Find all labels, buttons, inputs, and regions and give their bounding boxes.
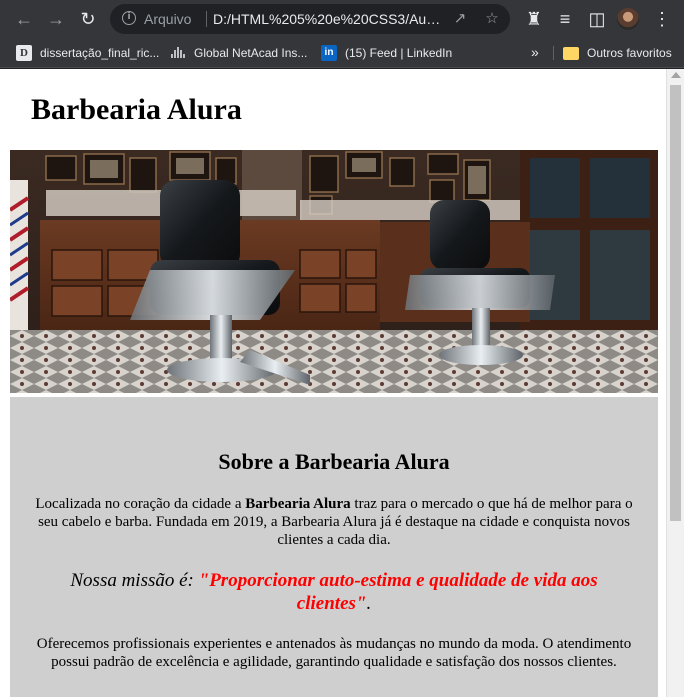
bookmark-label: dissertação_final_ric... (40, 46, 160, 60)
address-bar[interactable]: i Arquivo D:/HTML%205%20e%20CSS3/Aula...… (110, 4, 510, 34)
reload-icon[interactable]: ↻ (76, 7, 100, 31)
back-arrow-icon[interactable]: ← (12, 7, 36, 31)
profile-avatar[interactable] (617, 8, 639, 30)
bookmarks-bar: D dissertação_final_ric... Global NetAca… (0, 38, 684, 68)
linkedin-icon: in (321, 45, 337, 61)
bookmark-dissertacao[interactable]: D dissertação_final_ric... (16, 44, 159, 62)
url-text[interactable]: D:/HTML%205%20e%20CSS3/Aula... (213, 11, 441, 27)
bookmark-other-favorites[interactable]: Outros favoritos (563, 44, 672, 62)
scheme-label: Arquivo (144, 11, 192, 27)
media-queue-icon[interactable]: ≡ (553, 7, 577, 31)
share-icon[interactable]: ↗ (450, 9, 470, 29)
bookmark-label: (15) Feed | LinkedIn (345, 46, 453, 60)
extensions-puzzle-icon[interactable]: ♜ (522, 7, 546, 31)
browser-toolbar: ← → ↻ i Arquivo D:/HTML%205%20e%20CSS3/A… (0, 0, 684, 38)
brand-name: Barbearia Alura (245, 496, 351, 512)
services-paragraph: Oferecemos profissionais experientes e a… (36, 636, 632, 670)
barbershop-banner-image (10, 150, 658, 393)
about-heading: Sobre a Barbearia Alura (218, 449, 450, 474)
bookmark-label: Outros favoritos (587, 46, 672, 60)
bookmark-linkedin[interactable]: in (15) Feed | LinkedIn (321, 44, 452, 62)
info-icon[interactable]: i (122, 11, 136, 25)
bookmarks-divider (553, 46, 554, 60)
menu-kebab-icon[interactable]: ⋮ (650, 7, 674, 31)
bookmarks-overflow-chevron-icon[interactable]: » (531, 44, 539, 60)
mission-statement: Nossa missão é: "Proporcionar auto-estim… (70, 570, 598, 614)
bookmark-netacad[interactable]: Global NetAcad Ins... (170, 44, 307, 62)
star-bookmark-icon[interactable]: ☆ (482, 9, 502, 29)
site-title: Barbearia Alura (31, 93, 242, 126)
vertical-scrollbar[interactable] (666, 69, 684, 697)
about-paragraph: Localizada no coração da cidade a Barbea… (35, 496, 633, 548)
mission-quote: "Proporcionar auto-estima e qualidade de… (198, 570, 598, 614)
side-panel-icon[interactable]: ◫ (585, 7, 609, 31)
cisco-icon (170, 45, 186, 61)
about-section: Sobre a Barbearia Alura Localizada no co… (10, 397, 658, 697)
forward-arrow-icon[interactable]: → (44, 7, 68, 31)
scrollbar-thumb[interactable] (670, 85, 681, 521)
page-viewport: Barbearia Alura Sobre a Barbearia Alura … (0, 69, 666, 697)
folder-icon (563, 46, 579, 60)
scroll-up-arrow-icon[interactable] (671, 72, 681, 78)
d-favicon-icon: D (16, 45, 32, 61)
bookmark-label: Global NetAcad Ins... (194, 46, 308, 60)
omnibox-divider (206, 11, 207, 27)
